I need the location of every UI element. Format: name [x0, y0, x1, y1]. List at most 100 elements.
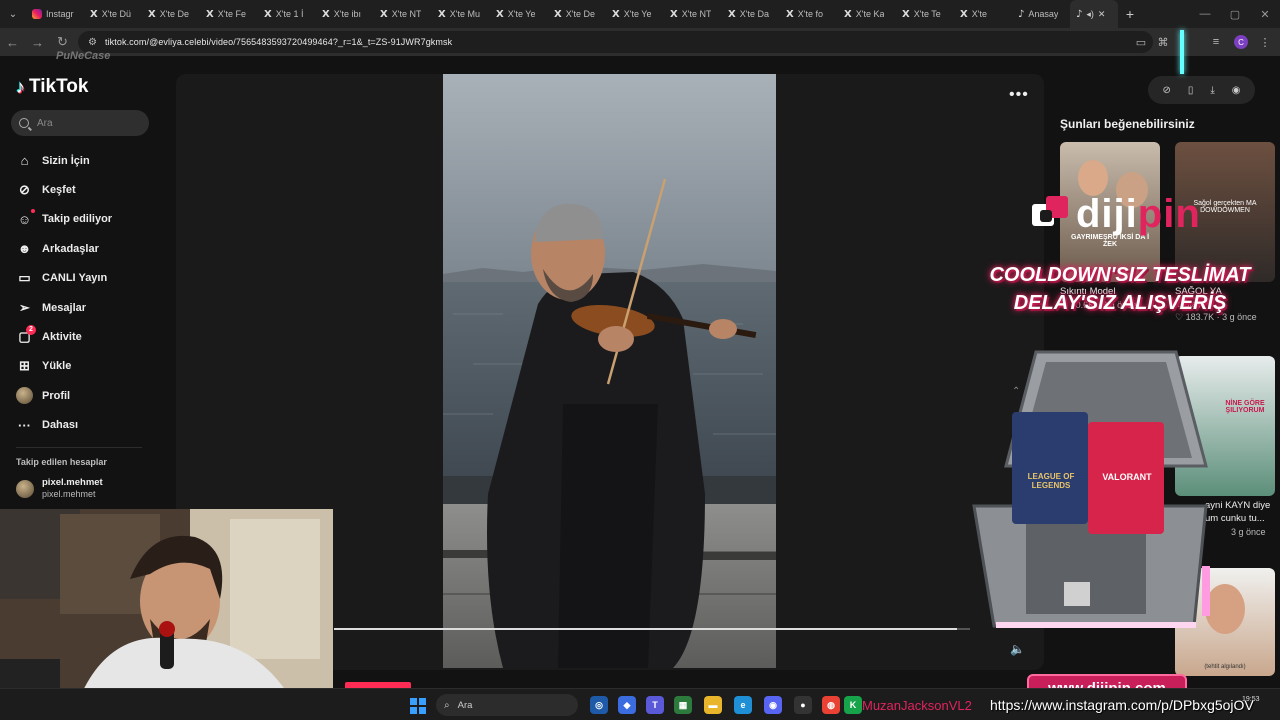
x-icon: X: [902, 8, 910, 20]
extensions-icon[interactable]: ≡: [1205, 28, 1227, 56]
sidebar-item-activity[interactable]: ▢ 2 Aktivite: [16, 322, 156, 351]
sidebar-item-following[interactable]: ☺ Takip ediliyor: [16, 205, 156, 234]
cast-icon[interactable]: ▭: [1130, 28, 1152, 56]
browser-tab[interactable]: X X'te 1 İ: [258, 0, 316, 28]
sidebar-item-friends[interactable]: ☻ Arkadaşlar: [16, 234, 156, 263]
tiktok-logo[interactable]: ♪ TikTok: [16, 76, 88, 98]
chrome-icon[interactable]: ◍: [822, 696, 840, 714]
copilot-icon[interactable]: ◆: [618, 696, 636, 714]
sidebar-item-more[interactable]: ··· Dahası: [16, 411, 156, 440]
close-tab-icon[interactable]: ✕: [1098, 9, 1106, 20]
x-icon: X: [670, 8, 678, 20]
x-icon: X: [264, 8, 272, 20]
streamer-webcam: [0, 509, 333, 697]
brand-plain: diji: [1076, 192, 1138, 236]
tab-label: X'te Da: [739, 9, 769, 19]
video-player[interactable]: [443, 74, 776, 668]
profile-avatar[interactable]: C: [1230, 28, 1252, 56]
sponsor-slogan-line1: COOLDOWN'SIZ TESLİMAT: [989, 264, 1251, 286]
new-tab-button[interactable]: +: [1118, 6, 1142, 22]
compass-icon: ⊘: [19, 182, 30, 198]
sidebar-item-upload[interactable]: ⊞ Yükle: [16, 352, 156, 381]
more-options-icon[interactable]: •••: [1009, 86, 1029, 104]
minimize-icon[interactable]: —: [1190, 0, 1220, 28]
x-icon: X: [206, 8, 214, 20]
steam-icon[interactable]: ◎: [590, 696, 608, 714]
browser-tab[interactable]: ♪ Anasay: [1012, 0, 1070, 28]
notification-badge: 2: [26, 324, 36, 335]
search-input[interactable]: Ara: [11, 110, 149, 136]
windows-start-icon[interactable]: [410, 698, 426, 714]
browser-tab[interactable]: X X'te Da: [722, 0, 780, 28]
x-icon: X: [554, 8, 562, 20]
compass-icon[interactable]: ⊘: [1162, 85, 1170, 96]
sidebar-item-label: Yükle: [42, 360, 72, 373]
address-bar[interactable]: ⚙ tiktok.com/@evliya.celebi/video/756548…: [78, 31, 1153, 53]
followed-account[interactable]: pixel.mehmet pixel.mehmet: [16, 477, 103, 500]
browser-tab-active[interactable]: ♪ ◂) ✕: [1070, 0, 1118, 28]
browser-tab[interactable]: X X'te Mu: [432, 0, 490, 28]
sidebar-item-label: Keşfet: [42, 184, 76, 197]
sidebar-divider: [16, 447, 142, 448]
translate-icon[interactable]: ⌘: [1152, 28, 1174, 56]
followed-name: pixel.mehmet: [42, 477, 103, 488]
discord-icon[interactable]: ◉: [764, 696, 782, 714]
search-icon: ⌕: [444, 699, 450, 711]
sidebar-item-live[interactable]: ▭ CANLI Yayın: [16, 264, 156, 293]
profile-initial: C: [1234, 35, 1248, 49]
address-url[interactable]: tiktok.com/@evliya.celebi/video/75654835…: [105, 37, 452, 47]
browser-tab[interactable]: X X'te: [954, 0, 1012, 28]
browser-menu-icon[interactable]: ⋮: [1254, 28, 1276, 56]
tab-search-icon[interactable]: ⌄: [0, 0, 26, 28]
browser-tab[interactable]: X X'te fo: [780, 0, 838, 28]
sponsor-crate-image: [972, 350, 1210, 628]
folder-icon[interactable]: ▬: [704, 696, 722, 714]
browser-tab[interactable]: X X'te Fe: [200, 0, 258, 28]
taskbar-search[interactable]: ⌕ Ara: [436, 694, 578, 716]
x-icon: X: [90, 8, 98, 20]
audio-icon[interactable]: ◂): [1086, 9, 1094, 20]
browser-tab[interactable]: X X'te De: [142, 0, 200, 28]
x-icon: X: [844, 8, 852, 20]
browser-tab[interactable]: X X'te ibı: [316, 0, 374, 28]
x-icon: X: [786, 8, 794, 20]
tab-label: X'te Fe: [217, 9, 246, 19]
site-info-icon[interactable]: ⚙: [88, 37, 97, 48]
cursor-overlay: [1180, 30, 1184, 74]
browser-tab[interactable]: X X'te Dü: [84, 0, 142, 28]
sidebar-item-home[interactable]: ⌂ Sizin İçin: [16, 146, 156, 175]
upload-icon: ⊞: [19, 358, 30, 374]
browser-tab[interactable]: X X'te Ye: [606, 0, 664, 28]
video-progress-bar[interactable]: [334, 628, 970, 630]
kick-icon[interactable]: K: [844, 696, 862, 714]
sidebar-item-messages[interactable]: ➢ Mesajlar: [16, 293, 156, 322]
sidebar-item-label: CANLI Yayın: [42, 272, 108, 285]
followed-handle: pixel.mehmet: [42, 489, 96, 499]
video-tools: ⊘ ▯ ⤓ ◉: [1148, 76, 1255, 104]
forward-icon[interactable]: →: [25, 28, 50, 56]
back-icon[interactable]: ←: [0, 28, 25, 56]
browser-tab[interactable]: X X'te NT: [374, 0, 432, 28]
sidebar-item-profile[interactable]: Profil: [16, 381, 156, 410]
store-icon[interactable]: ▦: [674, 696, 692, 714]
edge-icon[interactable]: e: [734, 696, 752, 714]
screen: ⌄ Instagr X X'te Dü X X'te De X X'te Fe X X'te 1…: [0, 0, 1280, 720]
sidebar-item-label: Profil: [42, 389, 71, 402]
obs-icon[interactable]: ●: [794, 696, 812, 714]
browser-tab[interactable]: X X'te NT: [664, 0, 722, 28]
avatar[interactable]: ◉: [1232, 85, 1241, 96]
close-window-icon[interactable]: ✕: [1250, 0, 1280, 28]
x-icon: X: [322, 8, 330, 20]
browser-tab[interactable]: X X'te De: [548, 0, 606, 28]
tiktok-icon: ♪: [1076, 8, 1083, 20]
followed-heading: Takip edilen hesaplar: [16, 457, 107, 467]
browser-tab[interactable]: Instagr: [26, 0, 84, 28]
teams-icon[interactable]: T: [646, 696, 664, 714]
browser-tab[interactable]: X X'te Ye: [490, 0, 548, 28]
browser-tab[interactable]: X X'te Ka: [838, 0, 896, 28]
phone-icon[interactable]: ▯: [1188, 85, 1194, 96]
sidebar-item-compass[interactable]: ⊘ Keşfet: [16, 175, 156, 204]
download-icon[interactable]: ⤓: [1210, 85, 1214, 96]
maximize-icon[interactable]: ▢: [1220, 0, 1250, 28]
browser-tab[interactable]: X X'te Te: [896, 0, 954, 28]
